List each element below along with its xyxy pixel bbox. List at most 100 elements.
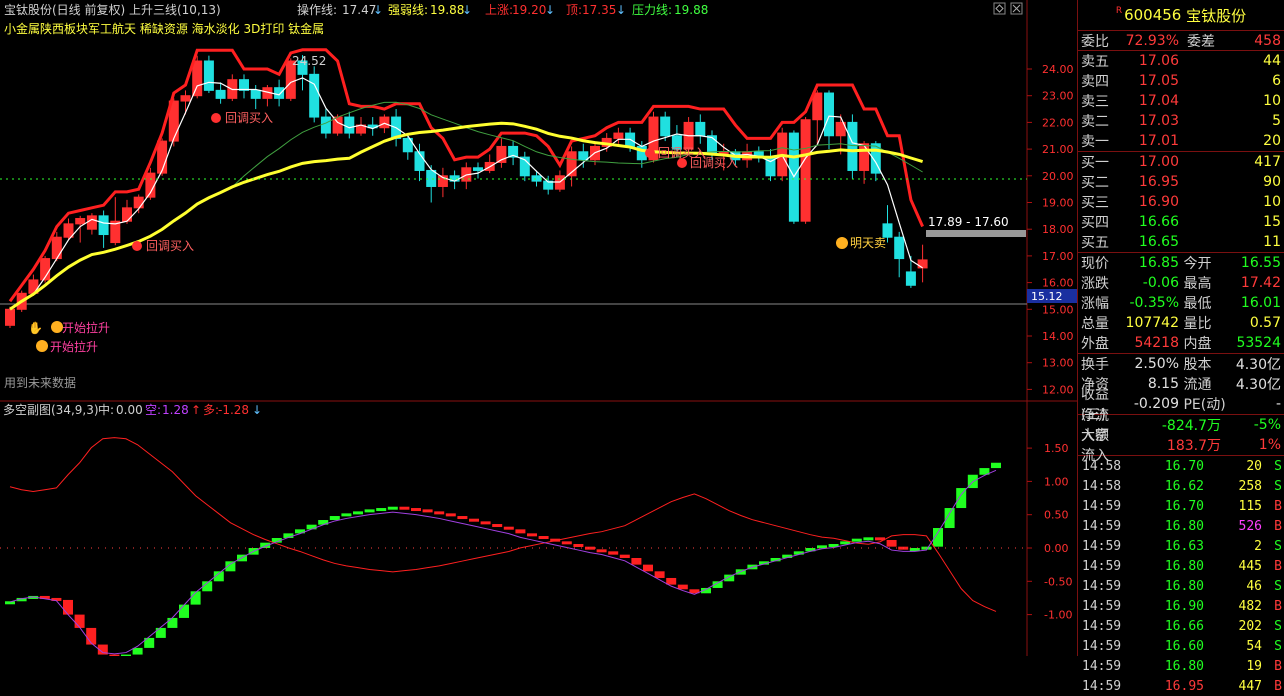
stat-label: 最高 [1179,276,1212,292]
sub-title: 多空副图(34,9,3) [3,403,99,417]
candle-body [274,87,285,99]
sub-bar [399,506,410,510]
tick-volume: 19 [1246,658,1262,674]
stat-value: 4.30亿 [1235,357,1281,373]
stat-value: -0.06 [1142,275,1179,291]
sub-bar [654,571,665,578]
stat-value: -0.35% [1129,295,1179,311]
up-arrow-icon [211,113,221,123]
flow-percent: 1% [1258,437,1281,453]
candle-body [320,116,331,134]
ask-row: 卖五 17.06 44 [1078,51,1284,71]
range-label: 17.89 - 17.60 [928,215,1009,229]
tick-volume: 46 [1246,578,1262,594]
up-value: 19.20 [512,3,546,17]
axis-tick-label: 21.00 [1042,143,1074,156]
axis-tick-label: 19.00 [1042,197,1074,210]
buy-signal-label: 回调买入 [690,156,738,170]
press-label: 压力线: [632,3,672,17]
stat-row: 涨幅 -0.35% 最低 16.01 [1078,293,1284,313]
bid-volume: 417 [1254,154,1281,170]
tick-volume: 445 [1238,558,1262,574]
tick-price: 16.62 [1164,478,1204,494]
bid-volume: 90 [1263,174,1281,190]
axis-tick-label: -1.00 [1044,609,1072,622]
hand-icon: ✋ [28,321,43,335]
tick-price: 16.95 [1164,678,1204,694]
sub-bar [538,536,549,540]
candle-body [531,175,542,182]
axis-tick-label: 16.00 [1042,277,1074,290]
tick-volume: 202 [1238,618,1262,634]
candle-body [800,119,811,222]
sub-bar [619,554,630,558]
press-value: 19.88 [674,3,708,17]
candle-body [133,196,144,209]
sub-bar [561,541,572,545]
tick-row: 14:59 16.80 445 B [1078,556,1284,576]
stat-row: 总量 107742 量比 0.57 [1078,313,1284,333]
tick-price: 16.70 [1164,458,1204,474]
bid-label: 买四 [1081,215,1109,231]
candle-body [414,151,425,171]
tick-row: 14:59 16.80 19 B [1078,656,1284,676]
bid-price: 16.65 [1138,234,1179,250]
start-rise-label: 开始拉升 [50,339,98,354]
arrow-down-icon: ↓ [373,3,383,17]
stat-label: 量比 [1179,316,1212,332]
candle-body [239,79,249,91]
sub-bar [353,511,363,515]
axis-tick-label: 1.50 [1044,442,1069,455]
candle-body [894,236,905,260]
sub-bar [608,551,619,555]
sub-bar [422,509,433,513]
tick-row: 14:59 16.63 2 S [1078,536,1284,556]
strong-label: 强弱线: [388,3,428,17]
sub-bar [944,508,955,529]
bid-label: 买五 [1081,235,1109,251]
axis-tick-label: 0.00 [1044,542,1069,555]
sub-bar [643,564,653,572]
top-label: 顶: [566,3,582,17]
candle-body [859,143,870,171]
arrow-up-icon: ↑ [191,403,201,417]
stat-row: 现价 16.85 今开 16.55 [1078,253,1284,273]
axis-tick-label: 13.00 [1042,357,1074,370]
sub-bar [817,545,827,549]
tick-side: S [1274,638,1282,654]
buy-signal-label: 回调买入 [225,111,273,125]
sub-bar [132,647,143,655]
sub-mid-label: 中: [98,402,114,417]
ask-price: 17.04 [1138,93,1179,109]
up-label: 上涨: [485,2,513,17]
tick-row: 14:59 16.95 447 B [1078,676,1284,696]
stat-label: 换手 [1081,357,1109,373]
money-bag-icon [36,340,48,352]
candle-body [192,60,203,97]
tick-price: 16.80 [1164,558,1204,574]
candle-body [344,116,355,134]
sub-more-label: 多: [203,403,219,417]
bid-row: 买三 16.90 10 [1078,192,1284,212]
stock-name: 宝钛股份 [1186,6,1247,25]
sub-bar [596,549,607,553]
tick-time: 14:59 [1082,538,1122,554]
axis-tick-label: 17.00 [1042,250,1074,263]
tick-side: B [1274,598,1282,614]
tick-time: 14:59 [1082,618,1122,634]
sub-bar [179,604,189,618]
bid-row: 买四 16.66 15 [1078,212,1284,232]
sub-bar [492,524,503,528]
tick-side: B [1274,518,1282,534]
axis-tick-label: 20.00 [1042,170,1074,183]
tick-volume: 115 [1238,498,1262,514]
sub-bar [515,529,526,534]
stat-label: 股本 [1179,357,1212,373]
stat-label: 流通 [1179,377,1212,393]
stat-row: 外盘 54218 内盘 53524 [1078,333,1284,353]
candle-body [824,92,834,137]
ask-row: 卖四 17.05 6 [1078,71,1284,91]
candle-body [51,236,62,260]
axis-tick-label: 15.00 [1042,303,1074,316]
candle-body [63,223,74,238]
